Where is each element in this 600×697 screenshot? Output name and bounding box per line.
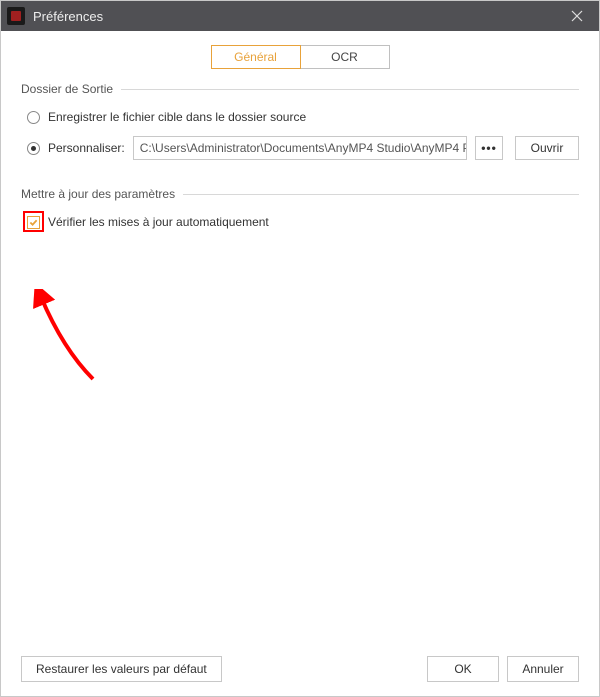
browse-button[interactable]: •••: [475, 136, 503, 160]
cancel-button[interactable]: Annuler: [507, 656, 579, 682]
titlebar: Préférences: [1, 1, 599, 31]
auto-update-label: Vérifier les mises à jour automatiquemen…: [48, 215, 269, 229]
output-path-input[interactable]: C:\Users\Administrator\Documents\AnyMP4 …: [133, 136, 467, 160]
output-path-value: C:\Users\Administrator\Documents\AnyMP4 …: [140, 141, 467, 155]
footer: Restaurer les valeurs par défaut OK Annu…: [1, 645, 599, 696]
preferences-window: Préférences Général OCR Dossier de Sorti…: [0, 0, 600, 697]
window-title: Préférences: [33, 9, 103, 24]
save-in-source-row[interactable]: Enregistrer le fichier cible dans le dos…: [27, 110, 579, 124]
restore-defaults-button[interactable]: Restaurer les valeurs par défaut: [21, 656, 222, 682]
tab-general[interactable]: Général: [211, 45, 301, 69]
radio-save-in-source[interactable]: [27, 111, 40, 124]
update-settings-section: Mettre à jour des paramètres Vérifier le…: [21, 194, 579, 235]
open-folder-button[interactable]: Ouvrir: [515, 136, 579, 160]
customize-label: Personnaliser:: [48, 141, 125, 155]
output-folder-section: Dossier de Sortie Enregistrer le fichier…: [21, 89, 579, 176]
auto-update-row[interactable]: Vérifier les mises à jour automatiquemen…: [27, 215, 579, 229]
close-button[interactable]: [555, 1, 599, 31]
customize-row: Personnaliser: C:\Users\Administrator\Do…: [27, 136, 579, 160]
app-icon: [7, 7, 25, 25]
radio-customize[interactable]: [27, 142, 40, 155]
checkmark-icon: [29, 218, 38, 227]
tab-ocr[interactable]: OCR: [300, 45, 390, 69]
ok-button[interactable]: OK: [427, 656, 499, 682]
annotation-arrow-icon: [33, 289, 103, 389]
close-icon: [571, 10, 583, 22]
content-area: Dossier de Sortie Enregistrer le fichier…: [1, 81, 599, 645]
checkbox-auto-update[interactable]: [27, 216, 40, 229]
output-folder-legend: Dossier de Sortie: [21, 82, 121, 96]
tab-group: Général OCR: [211, 45, 390, 69]
update-settings-legend: Mettre à jour des paramètres: [21, 187, 183, 201]
save-in-source-label: Enregistrer le fichier cible dans le dos…: [48, 110, 306, 124]
tabs-row: Général OCR: [1, 31, 599, 81]
